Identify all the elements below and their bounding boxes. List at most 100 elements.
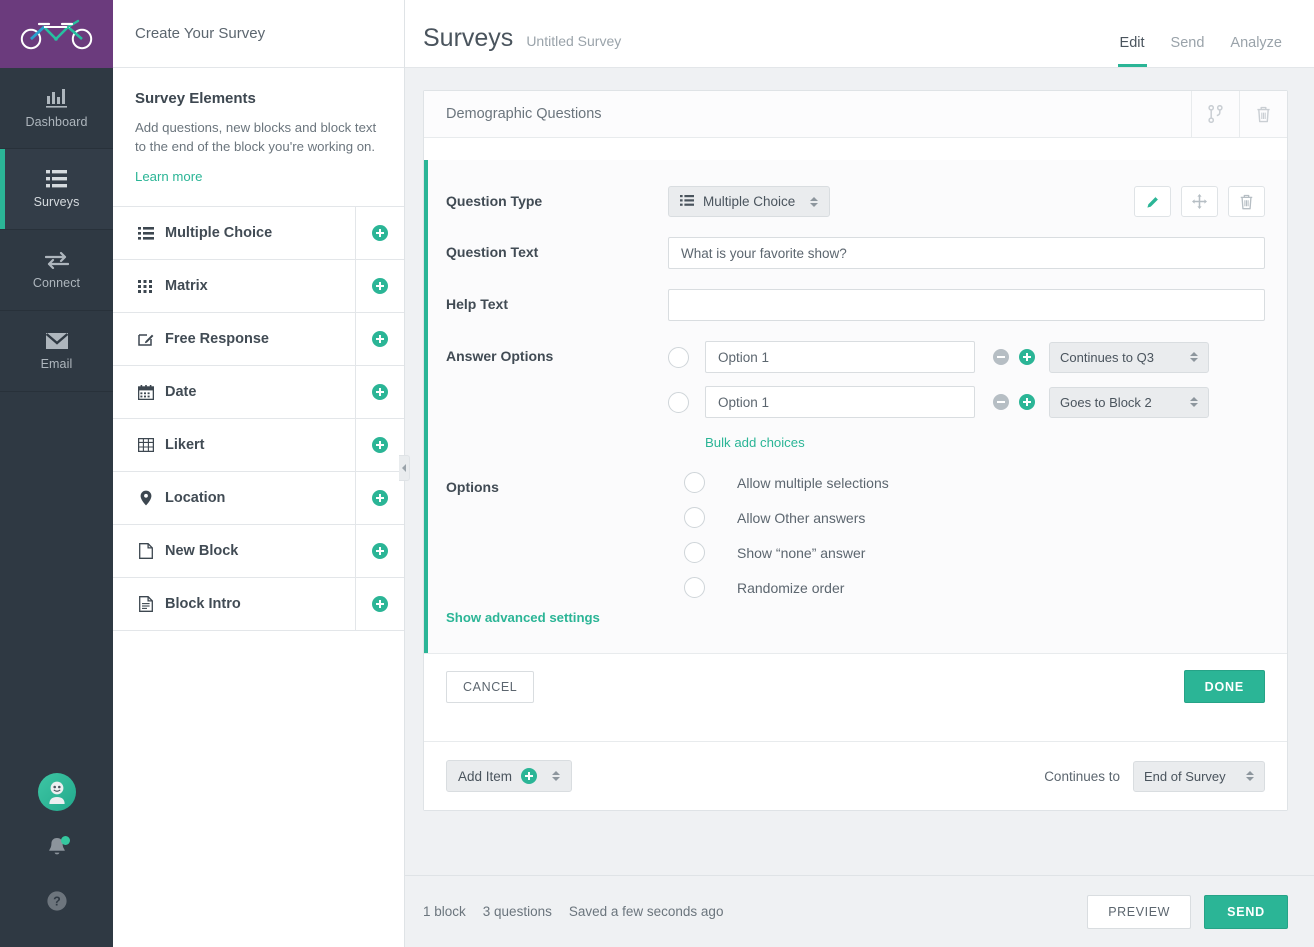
saved-status: Saved a few seconds ago: [568, 904, 724, 919]
list-icon: [45, 169, 67, 187]
help-text-input[interactable]: [668, 289, 1265, 321]
option-text-input[interactable]: [705, 386, 975, 418]
rail-item-email[interactable]: Email: [0, 311, 113, 392]
element-label: Date: [165, 384, 197, 401]
add-item-button[interactable]: Add Item: [446, 760, 573, 792]
option-toggle-label: Show “none” answer: [737, 544, 866, 561]
bulk-add-choices-link[interactable]: Bulk add choices: [705, 435, 805, 450]
element-row-multiple-choice[interactable]: Multiple Choice: [113, 207, 404, 261]
preview-button[interactable]: PREVIEW: [1087, 894, 1192, 929]
block-footer: Add Item Continues to End of Survey: [424, 741, 1287, 810]
pencil-icon: [1146, 195, 1159, 208]
element-main[interactable]: Block Intro: [113, 578, 355, 630]
randomize-order-toggle[interactable]: [684, 577, 705, 598]
element-main[interactable]: Free Response: [113, 313, 355, 365]
rail-bottom-actions: ?: [0, 773, 113, 947]
add-element-button[interactable]: [355, 207, 404, 260]
block-delete-button[interactable]: [1239, 91, 1287, 137]
question-text-input[interactable]: [668, 237, 1265, 269]
add-element-button[interactable]: [355, 366, 404, 419]
element-main[interactable]: Date: [113, 366, 355, 418]
tab-analyze[interactable]: Analyze: [1230, 35, 1282, 67]
send-button[interactable]: SEND: [1204, 894, 1288, 929]
element-main[interactable]: Location: [113, 472, 355, 524]
element-row-location[interactable]: Location: [113, 472, 404, 526]
element-main[interactable]: Multiple Choice: [113, 207, 355, 259]
element-row-date[interactable]: Date: [113, 366, 404, 420]
option-toggle-row: Allow multiple selections: [684, 472, 1265, 493]
element-row-block-intro[interactable]: Block Intro: [113, 578, 404, 632]
options-list: Allow multiple selections Allow Other an…: [668, 472, 1265, 598]
rail-item-dashboard[interactable]: Dashboard: [0, 68, 113, 149]
block-count: 1 block: [423, 904, 466, 919]
block-logic-button[interactable]: [1191, 91, 1239, 137]
add-option-icon[interactable]: [1019, 349, 1035, 365]
question-type-select[interactable]: Multiple Choice: [668, 186, 831, 217]
collapse-panel-handle[interactable]: [399, 455, 410, 481]
cancel-button[interactable]: CANCEL: [446, 670, 535, 703]
chevron-updown-icon: [1246, 771, 1254, 781]
block-title[interactable]: Demographic Questions: [424, 91, 1191, 137]
panel-intro: Survey Elements Add questions, new block…: [113, 68, 404, 208]
element-row-new-block[interactable]: New Block: [113, 525, 404, 579]
learn-more-link[interactable]: Learn more: [135, 169, 202, 184]
allow-other-answers-toggle[interactable]: [684, 507, 705, 528]
notifications-button[interactable]: [47, 836, 70, 864]
move-question-button[interactable]: [1181, 186, 1218, 217]
element-row-matrix[interactable]: Matrix: [113, 260, 404, 314]
survey-name[interactable]: Untitled Survey: [526, 33, 621, 49]
grid-dots-icon: [137, 279, 154, 293]
tab-send[interactable]: Send: [1171, 35, 1205, 67]
element-main[interactable]: New Block: [113, 525, 355, 577]
option-radio[interactable]: [668, 391, 689, 413]
help-button[interactable]: ?: [46, 890, 68, 917]
show-advanced-settings-link[interactable]: Show advanced settings: [446, 610, 600, 625]
help-text-row: Help Text: [446, 289, 1265, 321]
option-text-input[interactable]: [705, 341, 975, 373]
question-type-field: Multiple Choice: [668, 186, 1265, 217]
rail-item-surveys[interactable]: Surveys: [0, 149, 113, 230]
envelope-icon: [45, 332, 68, 349]
option-logic-select[interactable]: Goes to Block 2: [1049, 386, 1209, 418]
element-main[interactable]: Likert: [113, 419, 355, 471]
remove-option-icon[interactable]: [993, 394, 1009, 410]
element-main[interactable]: Matrix: [113, 260, 355, 312]
allow-multiple-selections-toggle[interactable]: [684, 472, 705, 493]
header-titles: Surveys Untitled Survey: [423, 24, 1120, 67]
element-row-likert[interactable]: Likert: [113, 419, 404, 473]
panel-header: Create Your Survey: [113, 0, 404, 68]
element-label: Location: [165, 490, 226, 507]
move-arrows-icon: [1192, 194, 1207, 209]
delete-question-button[interactable]: [1228, 186, 1265, 217]
add-element-button[interactable]: [355, 578, 404, 631]
rail-item-connect[interactable]: Connect: [0, 230, 113, 311]
edit-question-button[interactable]: [1134, 186, 1171, 217]
question-text-label: Question Text: [446, 244, 539, 260]
tandem-bicycle-logo-icon: [20, 19, 92, 50]
option-logic-select[interactable]: Continues to Q3: [1049, 341, 1209, 373]
continues-to-select[interactable]: End of Survey: [1133, 760, 1265, 792]
list-ol-icon: [680, 194, 694, 209]
option-toggle-label: Allow Other answers: [737, 509, 866, 526]
option-radio[interactable]: [668, 346, 689, 368]
add-element-button[interactable]: [355, 260, 404, 313]
element-label: Multiple Choice: [165, 225, 273, 242]
done-button[interactable]: DONE: [1183, 670, 1265, 703]
add-element-button[interactable]: [355, 472, 404, 525]
add-element-button[interactable]: [355, 419, 404, 472]
element-row-free-response[interactable]: Free Response: [113, 313, 404, 367]
exchange-arrows-icon: [44, 251, 69, 269]
show-none-answer-toggle[interactable]: [684, 542, 705, 563]
add-option-icon[interactable]: [1019, 394, 1035, 410]
user-avatar-icon: [48, 781, 65, 804]
tab-edit[interactable]: Edit: [1117, 35, 1147, 67]
add-element-button[interactable]: [355, 525, 404, 578]
remove-option-icon[interactable]: [993, 349, 1009, 365]
question-editor-footer: CANCEL DONE: [424, 653, 1287, 719]
add-element-button[interactable]: [355, 313, 404, 366]
element-label: Free Response: [165, 331, 269, 348]
avatar[interactable]: [37, 773, 76, 811]
help-question-icon: ?: [46, 891, 67, 911]
continues-to-label: Continues to: [1044, 768, 1120, 784]
app-logo[interactable]: [0, 0, 113, 68]
